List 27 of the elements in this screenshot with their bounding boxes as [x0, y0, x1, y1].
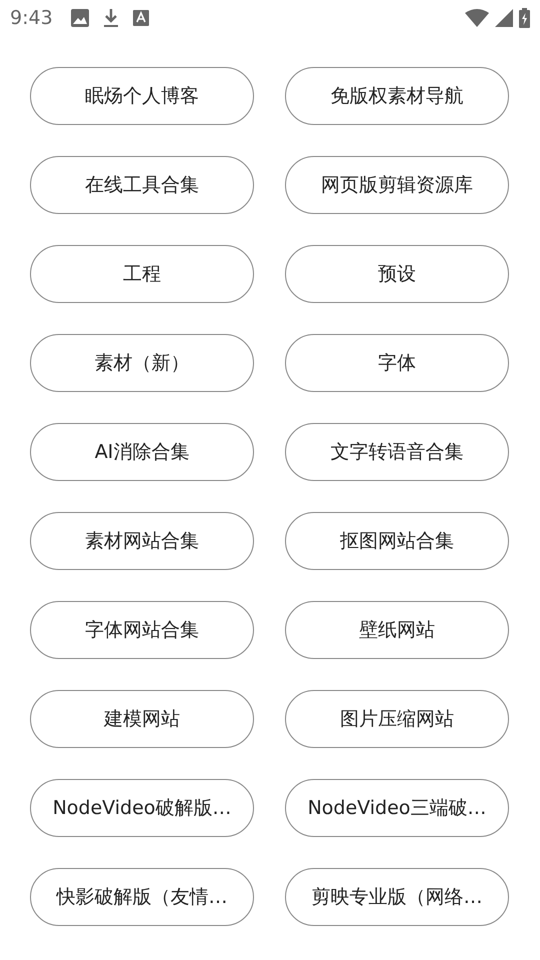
link-button[interactable]: 剪映专业版（网络… [285, 868, 509, 926]
wifi-icon [465, 9, 489, 27]
image-icon [70, 9, 89, 27]
link-button[interactable]: 素材网站合集 [30, 512, 254, 570]
signal-icon [495, 9, 513, 27]
link-button[interactable]: 工程 [30, 245, 254, 303]
font-icon [132, 10, 149, 26]
link-button[interactable]: 抠图网站合集 [285, 512, 509, 570]
link-button[interactable]: 预设 [285, 245, 509, 303]
link-button[interactable]: 快影破解版（友情… [30, 868, 254, 926]
link-button[interactable]: 眠炀个人博客 [30, 67, 254, 125]
link-button[interactable]: NodeVideo三端破… [285, 779, 509, 837]
download-icon [102, 8, 119, 28]
link-button[interactable]: 文字转语音合集 [285, 423, 509, 481]
status-time: 9:43 [10, 7, 53, 29]
link-button[interactable]: 壁纸网站 [285, 601, 509, 659]
link-button[interactable]: 建模网站 [30, 690, 254, 748]
link-button[interactable]: NodeVideo破解版… [30, 779, 254, 837]
link-button[interactable]: 图片压缩网站 [285, 690, 509, 748]
link-button[interactable]: AI消除合集 [30, 423, 254, 481]
link-button[interactable]: 素材（新） [30, 334, 254, 392]
link-button[interactable]: 字体 [285, 334, 509, 392]
link-button[interactable]: 网页版剪辑资源库 [285, 156, 509, 214]
link-button[interactable]: 在线工具合集 [30, 156, 254, 214]
battery-icon [519, 8, 530, 28]
link-button[interactable]: 字体网站合集 [30, 601, 254, 659]
link-button[interactable]: 免版权素材导航 [285, 67, 509, 125]
